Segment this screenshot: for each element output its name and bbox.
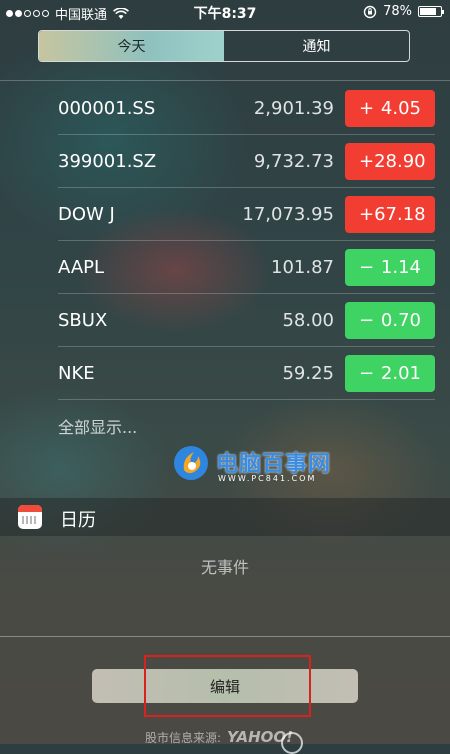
calendar-icon-band bbox=[18, 505, 42, 512]
change-sign: − bbox=[359, 363, 375, 384]
change-value: 1.14 bbox=[380, 257, 421, 278]
status-bar: 中国联通 下午8:37 78% bbox=[0, 0, 450, 24]
battery-fill bbox=[420, 8, 436, 15]
change-sign: − bbox=[359, 257, 375, 278]
stock-price: 101.87 bbox=[271, 257, 334, 278]
stock-price: 58.00 bbox=[282, 310, 334, 331]
stock-symbol: 399001.SZ bbox=[58, 151, 157, 172]
change-value: 67.18 bbox=[374, 204, 426, 225]
watermark-subtitle: WWW.PC841.COM bbox=[218, 474, 317, 483]
change-sign: + bbox=[359, 151, 375, 172]
stock-row[interactable]: AAPL 101.87 − 1.14 bbox=[0, 241, 450, 294]
divider bbox=[0, 80, 450, 81]
change-sign: + bbox=[359, 204, 375, 225]
stock-change-badge[interactable]: − 1.14 bbox=[345, 249, 435, 286]
change-value: 2.01 bbox=[380, 363, 421, 384]
watermark-logo-icon bbox=[174, 446, 208, 480]
calendar-icon-grid bbox=[22, 516, 38, 524]
stock-price: 59.25 bbox=[282, 363, 334, 384]
stock-symbol: 000001.SS bbox=[58, 98, 156, 119]
show-all-link[interactable]: 全部显示... bbox=[58, 414, 137, 438]
watermark: 电脑百事网 WWW.PC841.COM bbox=[172, 442, 352, 484]
stock-row[interactable]: SBUX 58.00 − 0.70 bbox=[0, 294, 450, 347]
stock-row[interactable]: NKE 59.25 − 2.01 bbox=[0, 347, 450, 400]
change-value: 0.70 bbox=[380, 310, 421, 331]
assistive-touch-icon[interactable] bbox=[281, 732, 303, 754]
change-value: 28.90 bbox=[374, 151, 426, 172]
calendar-title: 日历 bbox=[60, 510, 96, 531]
calendar-icon bbox=[18, 505, 42, 529]
tab-today[interactable]: 今天 bbox=[39, 31, 224, 61]
stock-row[interactable]: 399001.SZ 9,732.73 + 28.90 bbox=[0, 135, 450, 188]
stock-change-badge[interactable]: + 67.18 bbox=[345, 196, 435, 233]
battery-percent: 78% bbox=[383, 4, 412, 19]
no-events-text: 无事件 bbox=[200, 558, 249, 577]
stock-symbol: DOW J bbox=[58, 204, 115, 225]
stock-change-badge[interactable]: + 28.90 bbox=[345, 143, 435, 180]
calendar-widget-body: 无事件 bbox=[0, 536, 450, 636]
change-value: 4.05 bbox=[380, 98, 421, 119]
change-sign: − bbox=[359, 310, 375, 331]
stock-symbol: NKE bbox=[58, 363, 95, 384]
stock-symbol: AAPL bbox=[58, 257, 105, 278]
tab-notifications[interactable]: 通知 bbox=[224, 31, 409, 61]
source-label: 股市信息来源: bbox=[145, 731, 222, 745]
stock-symbol: SBUX bbox=[58, 310, 108, 331]
rotation-lock-icon bbox=[363, 5, 377, 18]
view-segmented-control: 今天 通知 bbox=[38, 30, 410, 62]
battery-icon bbox=[418, 6, 444, 17]
stock-price: 17,073.95 bbox=[242, 204, 334, 225]
status-right: 78% bbox=[363, 4, 444, 19]
calendar-widget-header[interactable]: 日历 bbox=[0, 498, 450, 536]
stock-change-badge[interactable]: − 0.70 bbox=[345, 302, 435, 339]
stock-row[interactable]: DOW J 17,073.95 + 67.18 bbox=[0, 188, 450, 241]
stock-change-badge[interactable]: − 2.01 bbox=[345, 355, 435, 392]
stock-row[interactable]: 000001.SS 2,901.39 + 4.05 bbox=[0, 82, 450, 135]
stock-price: 2,901.39 bbox=[253, 98, 334, 119]
stocks-widget: 000001.SS 2,901.39 + 4.05 399001.SZ 9,73… bbox=[0, 82, 450, 400]
highlight-annotation-box bbox=[144, 655, 311, 717]
stock-change-badge[interactable]: + 4.05 bbox=[345, 90, 435, 127]
data-source-footer: 股市信息来源: YAHOO! bbox=[145, 728, 293, 746]
stock-price: 9,732.73 bbox=[253, 151, 334, 172]
change-sign: + bbox=[359, 98, 375, 119]
divider bbox=[0, 636, 450, 637]
